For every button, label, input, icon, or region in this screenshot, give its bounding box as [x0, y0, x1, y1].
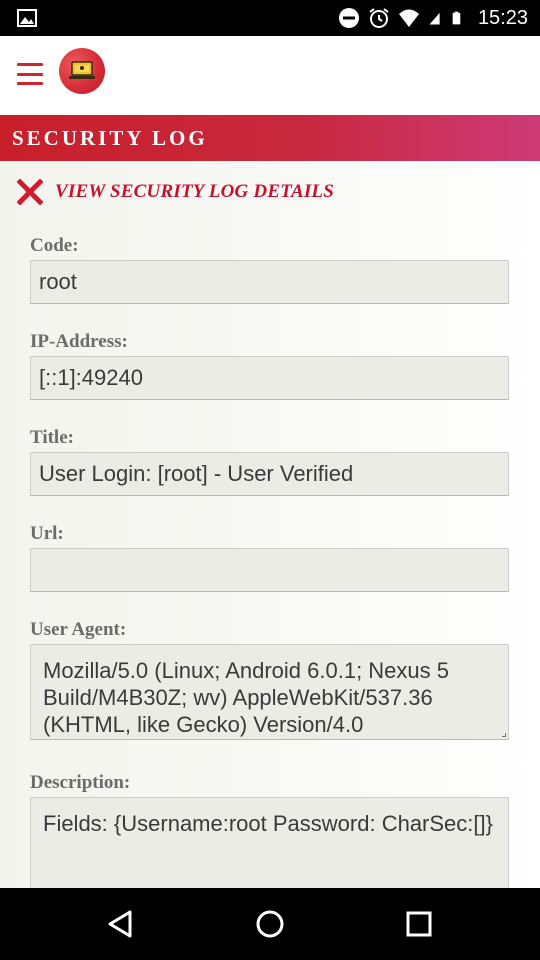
section-title-bar: SECURITY LOG [0, 115, 540, 161]
app-header [0, 36, 540, 115]
hamburger-bar [17, 63, 43, 66]
hamburger-bar [17, 82, 43, 85]
user-agent-value: Mozilla/5.0 (Linux; Android 6.0.1; Nexus… [43, 658, 450, 737]
home-icon[interactable] [252, 908, 288, 940]
description-field[interactable]: Fields: {Username:root Password: CharSec… [30, 797, 509, 888]
close-icon[interactable] [17, 179, 43, 205]
recents-icon[interactable] [401, 908, 437, 940]
resize-handle-icon[interactable] [502, 733, 506, 737]
image-icon [17, 9, 37, 27]
laptop-icon [69, 61, 95, 79]
back-icon[interactable] [102, 908, 138, 940]
description-value: Fields: {Username:root Password: CharSec… [43, 811, 493, 836]
status-right: 15:23 [338, 7, 528, 30]
description-label: Description: [30, 772, 131, 793]
status-left [16, 7, 38, 29]
code-label: Code: [30, 235, 79, 256]
signal-icon [429, 12, 440, 25]
status-time: 15:23 [477, 6, 528, 29]
battery-icon [452, 11, 461, 25]
hamburger-menu-icon[interactable] [17, 63, 43, 85]
url-label: Url: [30, 523, 64, 544]
view-header: VIEW SECURITY LOG DETAILS [17, 179, 334, 205]
status-bar: 15:23 [0, 0, 540, 36]
code-field[interactable]: root [30, 260, 509, 304]
wifi-icon [398, 9, 419, 27]
section-title: SECURITY LOG [12, 125, 208, 150]
do-not-disturb-icon [338, 8, 359, 28]
title-field[interactable]: User Login: [root] - User Verified [30, 452, 509, 496]
user-agent-field[interactable]: Mozilla/5.0 (Linux; Android 6.0.1; Nexus… [30, 644, 509, 740]
security-log-details: VIEW SECURITY LOG DETAILS Code: root IP-… [0, 161, 540, 888]
laptop-logo-icon[interactable] [59, 48, 105, 94]
url-field[interactable] [30, 548, 509, 592]
alarm-icon [369, 8, 389, 28]
ip-address-field[interactable]: [::1]:49240 [30, 356, 509, 400]
ip-address-label: IP-Address: [30, 331, 128, 352]
hamburger-bar [17, 72, 43, 76]
user-agent-label: User Agent: [30, 619, 127, 640]
view-title: VIEW SECURITY LOG DETAILS [55, 181, 334, 202]
title-label: Title: [30, 427, 74, 448]
navigation-bar [0, 888, 540, 960]
